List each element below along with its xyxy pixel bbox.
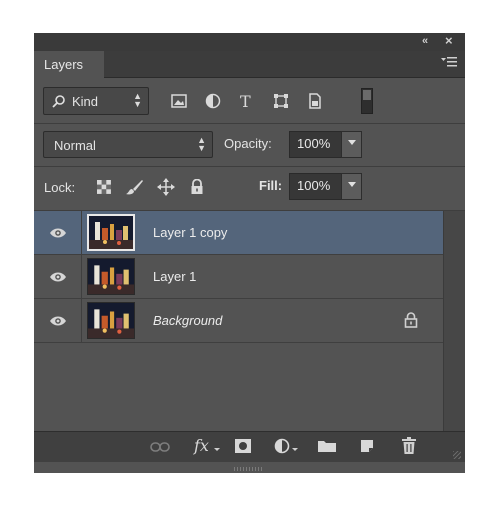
- blend-mode-value: Normal: [54, 138, 96, 153]
- lock-all-icon[interactable]: [186, 177, 208, 197]
- collapse-icon[interactable]: «: [422, 35, 428, 47]
- tab-layers[interactable]: Layers: [34, 51, 104, 78]
- lock-icon: [404, 312, 418, 333]
- chevron-down-icon: [214, 448, 220, 451]
- chevron-updown-icon: ▲ ▼: [197, 135, 206, 153]
- eye-icon: [50, 272, 66, 282]
- fill-label: Fill:: [259, 178, 283, 193]
- delete-layer-icon[interactable]: [401, 437, 417, 460]
- opacity-input[interactable]: 100%: [289, 131, 342, 158]
- new-group-icon[interactable]: [317, 439, 337, 458]
- panel-menu-icon[interactable]: [441, 56, 457, 71]
- layer-style-icon[interactable]: fx: [194, 436, 209, 455]
- filter-toggle-icon[interactable]: [361, 88, 373, 114]
- close-icon[interactable]: ×: [445, 33, 453, 48]
- filter-kind-label: Kind: [72, 94, 99, 109]
- panel-tab-row: Layers: [34, 51, 465, 78]
- layer-row[interactable]: Layer 1 copy: [34, 211, 443, 255]
- layers-panel: « × Layers Kind ▲ ▼ T Normal ▲ ▼ Opacity…: [34, 33, 465, 473]
- adjustment-layer-icon[interactable]: [274, 438, 292, 459]
- eye-icon: [50, 316, 66, 326]
- type-filter-icon[interactable]: T: [236, 91, 258, 111]
- layer-name[interactable]: Layer 1: [153, 269, 196, 284]
- adjustment-filter-icon[interactable]: [202, 91, 224, 111]
- svg-text:T: T: [240, 93, 251, 109]
- lock-position-icon[interactable]: [154, 176, 176, 196]
- opacity-label: Opacity:: [224, 136, 272, 151]
- panel-resize-handle[interactable]: [234, 467, 264, 471]
- blend-mode-dropdown[interactable]: Normal ▲ ▼: [43, 131, 213, 158]
- resize-grip-icon[interactable]: [453, 451, 461, 459]
- panel-title-strip: « ×: [34, 33, 465, 51]
- shape-filter-icon[interactable]: [270, 91, 292, 111]
- chevron-updown-icon: ▲ ▼: [133, 91, 142, 109]
- chevron-down-icon: [292, 448, 298, 451]
- filter-kind-dropdown[interactable]: Kind ▲ ▼: [43, 87, 149, 115]
- lock-label: Lock:: [44, 180, 76, 195]
- fill-dropdown-button[interactable]: [341, 173, 362, 200]
- layer-thumbnail: [87, 302, 135, 339]
- layer-row[interactable]: Background: [34, 299, 443, 343]
- layer-name[interactable]: Layer 1 copy: [153, 225, 227, 240]
- search-icon: [52, 94, 66, 111]
- layer-mask-icon[interactable]: [234, 438, 252, 459]
- layer-row[interactable]: Layer 1: [34, 255, 443, 299]
- layers-list: Layer 1 copy Layer 1 Background: [34, 211, 443, 431]
- smart-object-filter-icon[interactable]: [304, 91, 326, 111]
- layers-scrollbar[interactable]: [443, 211, 465, 431]
- lock-image-icon[interactable]: [123, 177, 145, 197]
- eye-icon: [50, 228, 66, 238]
- divider: [34, 166, 465, 167]
- visibility-toggle[interactable]: [34, 255, 82, 299]
- layer-name[interactable]: Background: [153, 313, 222, 328]
- visibility-toggle[interactable]: [34, 299, 82, 343]
- divider: [34, 123, 465, 124]
- pixel-filter-icon[interactable]: [168, 91, 190, 111]
- layer-thumbnail: [87, 258, 135, 295]
- lock-transparent-icon[interactable]: [93, 177, 115, 197]
- new-layer-icon[interactable]: [359, 438, 375, 459]
- link-layers-icon[interactable]: [150, 440, 170, 458]
- layer-thumbnail: [87, 214, 135, 251]
- fill-input[interactable]: 100%: [289, 173, 342, 200]
- layers-bottom-bar: fx: [34, 431, 465, 462]
- opacity-dropdown-button[interactable]: [341, 131, 362, 158]
- visibility-toggle[interactable]: [34, 211, 82, 255]
